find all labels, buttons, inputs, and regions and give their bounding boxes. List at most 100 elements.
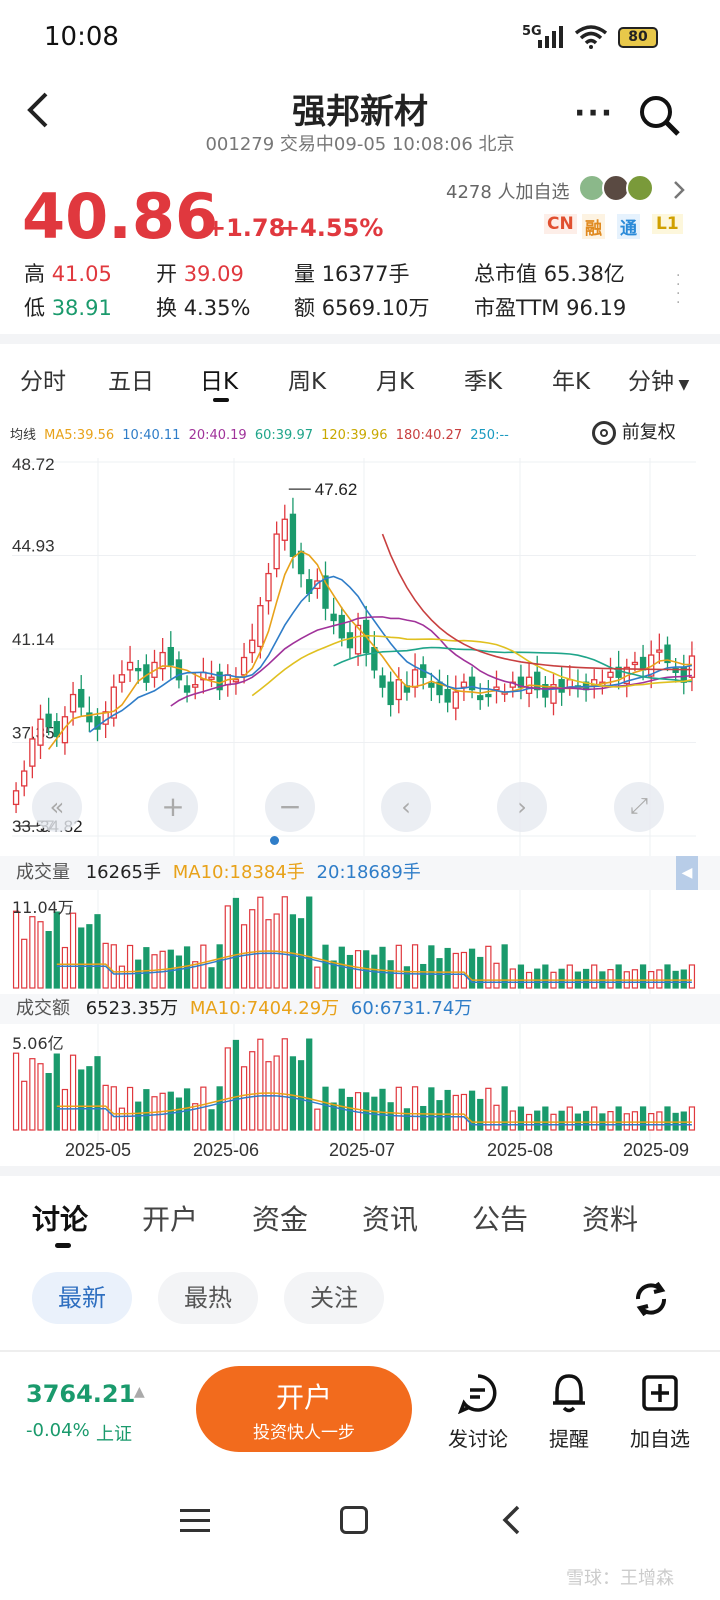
badge-connect: 通 <box>617 214 640 239</box>
amount-bar <box>281 1038 288 1131</box>
more-button[interactable]: ··· <box>574 96 614 131</box>
chip-following[interactable]: 关注 <box>284 1272 384 1324</box>
post-discussion-button[interactable]: 发讨论 <box>440 1372 516 1452</box>
tab-quarterly-k[interactable]: 季K <box>464 362 502 396</box>
amount-bar <box>69 1054 77 1131</box>
amount-bar <box>542 1106 549 1131</box>
candle-body <box>273 533 280 570</box>
amount-bar <box>566 1106 573 1131</box>
candle-body <box>192 684 199 688</box>
tab-discussion[interactable]: 讨论 <box>32 1198 88 1238</box>
fullscreen-button[interactable]: ⤢ <box>614 782 664 832</box>
price-change-pct: +4.55% <box>280 214 384 242</box>
prev-button[interactable]: ‹ <box>381 782 431 832</box>
amount-bar <box>680 1111 687 1131</box>
index-widget[interactable]: 3764.21 ▲ -0.04% 上证 <box>26 1380 176 1450</box>
volume-bar <box>86 924 93 989</box>
candle-body <box>452 691 459 709</box>
tab-announcements[interactable]: 公告 <box>472 1198 528 1238</box>
page-dot <box>270 836 279 845</box>
amount-bar <box>379 1088 386 1131</box>
amount-bar <box>61 1088 69 1131</box>
volume-bar <box>249 909 256 989</box>
amount-bar <box>53 1053 60 1131</box>
index-value: 3764.21 <box>26 1380 136 1408</box>
status-time: 10:08 <box>44 22 119 52</box>
ma5-line <box>47 550 692 750</box>
volume-bar <box>216 944 223 989</box>
price-axis-label: 41.14 <box>12 630 55 649</box>
volume-bar <box>78 927 85 989</box>
amount-bar <box>200 1086 207 1131</box>
candle-body <box>460 681 468 688</box>
next-button[interactable]: › <box>497 782 547 832</box>
candle-body <box>346 632 354 649</box>
amount-bar <box>216 1086 223 1131</box>
candle-body <box>167 646 174 666</box>
refresh-icon[interactable] <box>630 1278 672 1320</box>
volume-bar <box>615 964 622 989</box>
tab-five-day[interactable]: 五日 <box>108 362 154 396</box>
amount-bar <box>29 1058 36 1131</box>
home-nav-button[interactable] <box>340 1506 368 1534</box>
amount-bar <box>509 1110 516 1131</box>
stat-high: 高 41.05 <box>24 262 112 286</box>
tab-profile[interactable]: 资料 <box>582 1198 638 1238</box>
volume-panel-toggle[interactable]: ◀ <box>676 856 698 890</box>
amount-bar <box>558 1110 565 1131</box>
candle-body <box>493 686 500 691</box>
tab-news[interactable]: 资讯 <box>362 1198 418 1238</box>
amount-bar <box>224 1047 231 1131</box>
amount-bar <box>452 1094 459 1131</box>
tab-daily-k[interactable]: 日K <box>200 362 238 396</box>
candle-body <box>607 671 614 678</box>
scroll-left-button[interactable]: « <box>32 782 82 832</box>
volume-bar <box>379 946 386 989</box>
amount-bar <box>232 1039 240 1131</box>
volume-bar <box>566 964 573 989</box>
follower-avatars[interactable] <box>578 172 660 204</box>
candle-body <box>240 656 248 676</box>
candle-body <box>208 676 215 680</box>
tab-monthly-k[interactable]: 月K <box>376 362 414 396</box>
candle-body <box>135 667 142 672</box>
tab-capital[interactable]: 资金 <box>252 1198 308 1238</box>
volume-bar <box>126 944 134 989</box>
tab-open-account[interactable]: 开户 <box>142 1198 198 1238</box>
chart-controls: « + − ‹ › ⤢ <box>0 782 720 836</box>
x-axis-label: 2025-05 <box>65 1140 131 1160</box>
chip-hot[interactable]: 最热 <box>158 1272 258 1324</box>
tab-intraday[interactable]: 分时 <box>20 362 66 396</box>
divider <box>0 1350 720 1352</box>
menu-nav-button[interactable] <box>180 1506 210 1532</box>
battery-icon: 80 <box>618 27 658 48</box>
volume-bar <box>297 918 305 989</box>
bell-icon <box>553 1374 585 1413</box>
volume-bar <box>688 964 696 989</box>
followers-count[interactable]: 4278 人加自选 <box>446 178 570 204</box>
search-icon[interactable] <box>638 94 682 138</box>
chevron-right-icon[interactable] <box>672 180 686 200</box>
tab-minute[interactable]: 分钟 ▼ <box>628 362 689 396</box>
candle-body <box>232 679 240 683</box>
zoom-in-button[interactable]: + <box>148 782 198 832</box>
candle-body <box>249 639 256 654</box>
candle-body <box>485 693 492 698</box>
add-watchlist-button[interactable]: 加自选 <box>620 1372 700 1452</box>
x-axis-label: 2025-07 <box>329 1140 395 1160</box>
stat-turnover: 换 4.35% <box>156 296 251 320</box>
chip-latest[interactable]: 最新 <box>32 1272 132 1324</box>
zoom-out-button[interactable]: − <box>265 782 315 832</box>
tab-yearly-k[interactable]: 年K <box>552 362 590 396</box>
chat-icon <box>457 1374 497 1415</box>
badge-cn: CN <box>544 214 577 234</box>
open-account-subtitle: 投资快人一步 <box>253 1423 355 1443</box>
alert-button[interactable]: 提醒 <box>534 1372 604 1452</box>
candle-body <box>411 669 419 688</box>
open-account-button[interactable]: 开户 投资快人一步 <box>196 1366 412 1452</box>
expand-stats-handle[interactable]: · · · · <box>676 269 682 310</box>
tab-weekly-k[interactable]: 周K <box>288 362 326 396</box>
amount-bar <box>208 1109 215 1131</box>
amount-bar <box>403 1108 411 1131</box>
back-nav-button[interactable] <box>500 1504 522 1536</box>
